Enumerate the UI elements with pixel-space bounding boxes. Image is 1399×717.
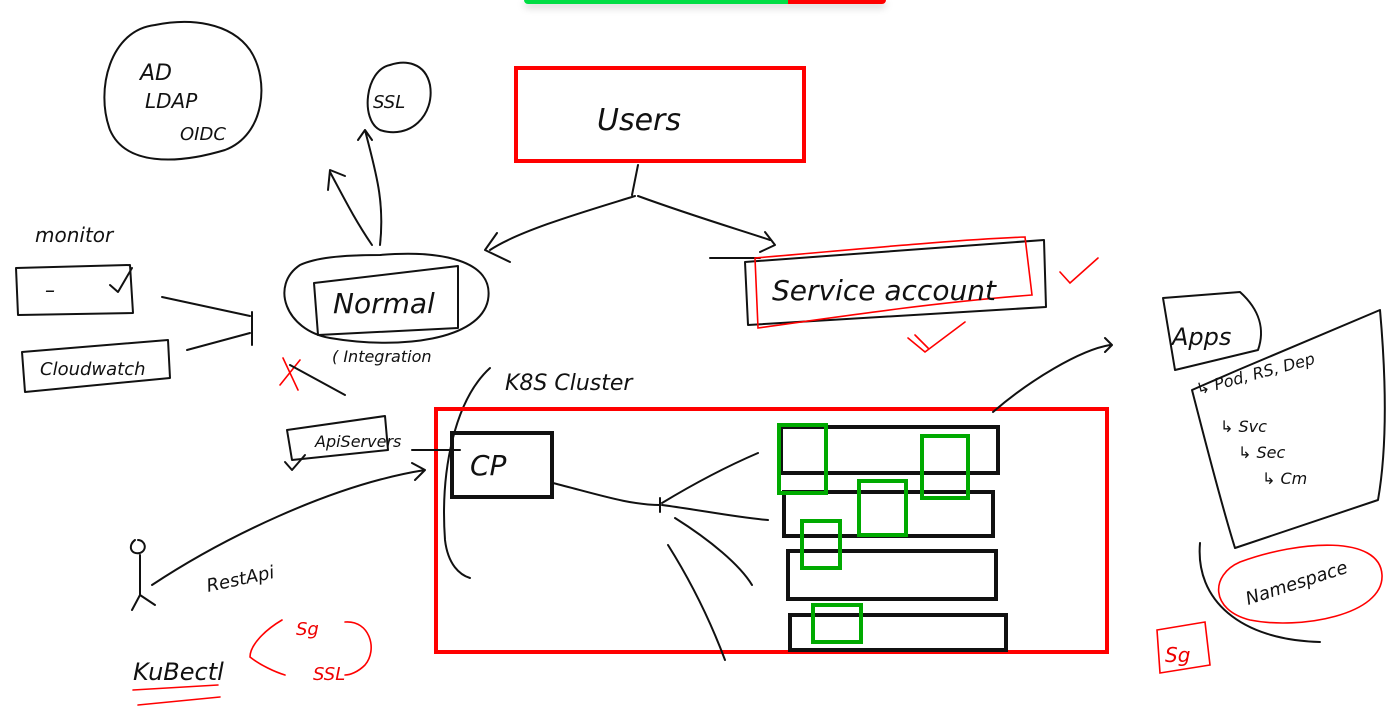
- pod: [920, 434, 970, 500]
- worker-nodes: [777, 423, 1008, 652]
- monitor-label: monitor: [35, 223, 115, 247]
- rest-api-label: RestApi: [205, 562, 277, 597]
- worker-node: [786, 549, 998, 601]
- control-plane-label: CP: [470, 449, 507, 482]
- worker-node: [788, 613, 1008, 652]
- whiteboard-canvas[interactable]: AD LDAP OIDC SSL Users monitor – Cloudwa…: [0, 0, 1399, 717]
- namespace-label: Namespace: [1243, 557, 1350, 610]
- user-figure-arrow: [129, 462, 426, 611]
- users-label: Users: [597, 103, 681, 138]
- monitor-box-label: –: [45, 278, 55, 302]
- users-branch-arrows: [484, 164, 776, 263]
- app-item: ↳ Pod, RS, Dep: [1194, 349, 1317, 399]
- auth-oidc: OIDC: [180, 124, 226, 145]
- ssl-node: SSL: [327, 61, 432, 246]
- auth-methods-group: AD LDAP OIDC: [103, 20, 263, 161]
- apps-label: Apps: [1170, 323, 1231, 351]
- api-servers-label: ApiServers: [314, 432, 401, 451]
- auth-ldap: LDAP: [145, 89, 198, 113]
- kubectl-label: KuBectl: [133, 658, 224, 686]
- pod: [811, 603, 863, 644]
- pod: [857, 479, 908, 537]
- app-item: ↳ Svc: [1220, 417, 1267, 436]
- ssl-left-label: SSL: [313, 664, 345, 685]
- service-account-label: Service account: [772, 274, 997, 307]
- ssl-label: SSL: [373, 92, 405, 113]
- pod: [800, 519, 842, 570]
- app-item: ↳ Sec: [1238, 443, 1285, 462]
- cloudwatch-label: Cloudwatch: [40, 359, 146, 380]
- integration-label: ( Integration: [332, 347, 432, 366]
- normal-label: Normal: [333, 287, 435, 320]
- worker-node: [779, 425, 1000, 475]
- sg-left-label: Sg: [296, 619, 319, 640]
- sg-right-label: Sg: [1165, 643, 1190, 667]
- app-item: ↳ Cm: [1262, 469, 1307, 488]
- auth-ad: AD: [138, 61, 172, 86]
- k8s-cluster-label: K8S Cluster: [505, 371, 634, 396]
- pod: [777, 423, 828, 495]
